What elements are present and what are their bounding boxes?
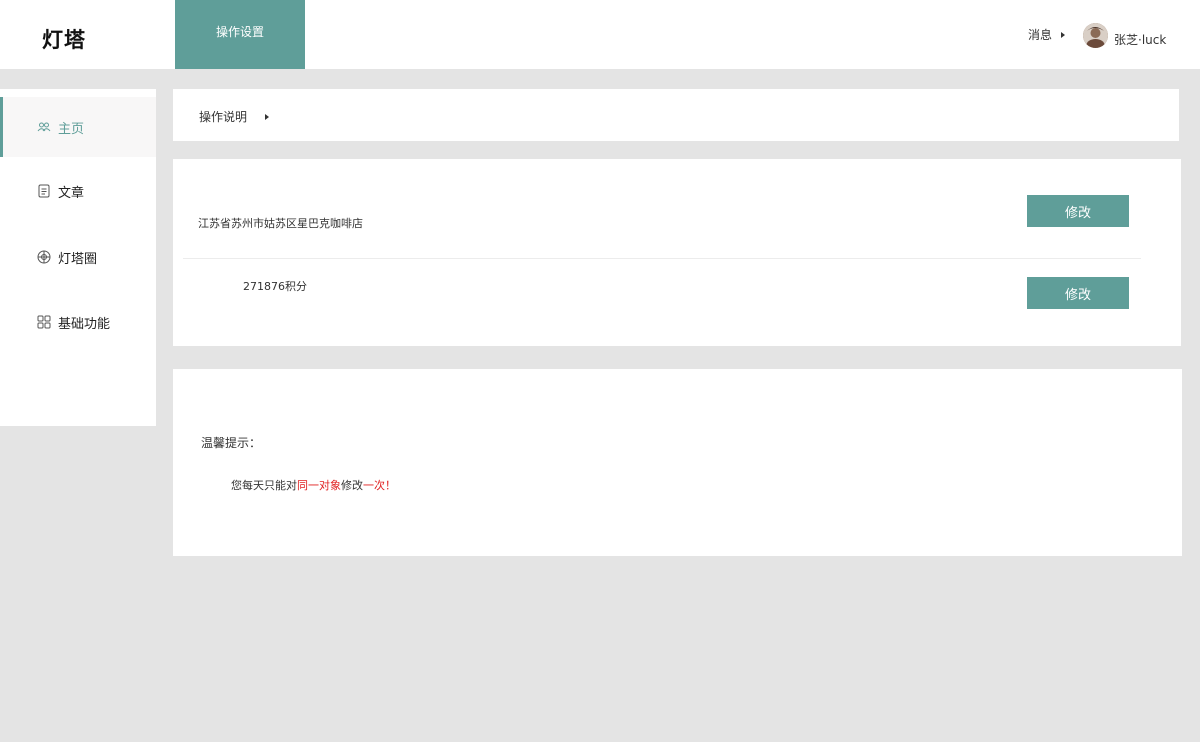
sidebar: 主页 文章 灯塔圈 基础功能 <box>0 89 156 426</box>
top-bar: 灯塔 操作设置 消息 张芝·luck <box>0 0 1200 69</box>
tips-message: 您每天只能对同一对象修改一次！ <box>231 477 396 493</box>
avatar-image <box>1083 23 1108 48</box>
sidebar-item-label: 文章 <box>58 185 85 201</box>
instructions-link[interactable]: 操作说明 <box>199 108 270 125</box>
caret-right-icon <box>1061 31 1066 38</box>
apps-grid-icon <box>37 315 51 329</box>
info-panel: 江苏省苏州市姑苏区星巴克咖啡店 修改 271876积分 修改 <box>173 159 1181 346</box>
tips-text: 修改 <box>341 479 363 492</box>
sidebar-item-home[interactable]: 主页 <box>0 97 156 157</box>
tips-highlight: 一次！ <box>363 479 396 492</box>
app-logo: 灯塔 <box>42 28 86 52</box>
username: 张芝·luck <box>1114 33 1167 47</box>
avatar[interactable] <box>1083 23 1108 48</box>
tips-highlight: 同一对象 <box>297 479 341 492</box>
user-menu[interactable]: 张芝·luck <box>1083 23 1166 48</box>
sidebar-item-label: 主页 <box>58 121 85 137</box>
circle-grid-icon <box>37 250 51 264</box>
sidebar-item-label: 灯塔圈 <box>58 251 98 267</box>
tab-operation-settings[interactable]: 操作设置 <box>175 0 305 69</box>
caret-right-icon <box>265 113 270 120</box>
divider <box>183 258 1141 259</box>
messages-label: 消息 <box>1028 28 1053 42</box>
edit-address-button[interactable]: 修改 <box>1027 195 1129 227</box>
points-text: 271876积分 <box>243 280 307 293</box>
tips-text: 您每天只能对 <box>231 479 297 492</box>
sidebar-item-label: 基础功能 <box>58 316 111 332</box>
edit-points-button[interactable]: 修改 <box>1027 277 1129 309</box>
people-icon <box>37 122 51 132</box>
messages-menu[interactable]: 消息 <box>1028 26 1066 43</box>
instructions-label: 操作说明 <box>199 110 248 124</box>
sidebar-item-basic-functions[interactable]: 基础功能 <box>0 292 156 352</box>
document-icon <box>38 184 50 198</box>
tips-panel: 温馨提示： 您每天只能对同一对象修改一次！ <box>173 369 1182 556</box>
sidebar-item-articles[interactable]: 文章 <box>0 161 156 221</box>
instructions-panel: 操作说明 <box>173 89 1179 141</box>
sidebar-item-lighthouse-circle[interactable]: 灯塔圈 <box>0 227 156 287</box>
tips-title: 温馨提示： <box>201 436 262 450</box>
address-text: 江苏省苏州市姑苏区星巴克咖啡店 <box>198 217 363 230</box>
